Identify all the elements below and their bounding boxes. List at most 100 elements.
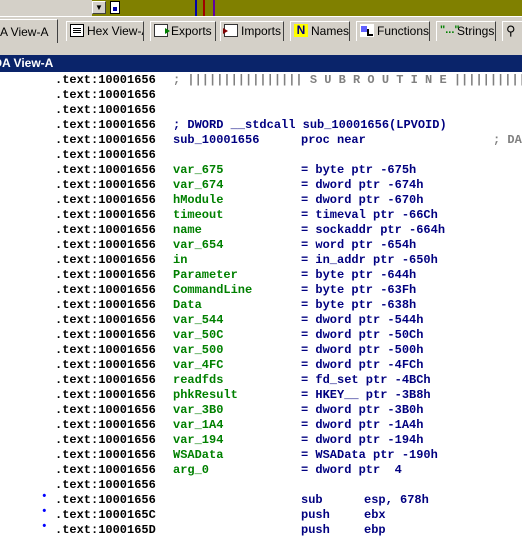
listing-line[interactable]: .text:10001656: [0, 103, 522, 118]
breakpoint-dot-icon: •: [41, 491, 48, 503]
stack-var-definition: = HKEY__ ptr -3B8h: [301, 388, 431, 402]
instruction-operands: ebx: [364, 508, 386, 522]
line-address: .text:10001656: [55, 478, 156, 492]
line-address: .text:10001656: [55, 178, 156, 192]
listing-line[interactable]: .text:10001656 WSAData = WSAData ptr -190h: [0, 448, 522, 463]
line-address: .text:10001656: [55, 103, 156, 117]
stack-var-name: arg_0: [173, 463, 210, 477]
nav-band-marker: [203, 0, 205, 16]
listing-line[interactable]: .text:10001656 var_544 = dword ptr -544h: [0, 313, 522, 328]
listing-line[interactable]: .text:10001656 var_194 = dword ptr -194h: [0, 433, 522, 448]
exports-icon: [154, 24, 170, 38]
tab-overflow[interactable]: ⚲: [502, 21, 522, 41]
listing-line[interactable]: .text:10001656 readfds = fd_set ptr -4BCh: [0, 373, 522, 388]
line-address: .text:10001656: [55, 118, 156, 132]
stack-var-name: var_675: [173, 163, 224, 177]
line-address: .text:10001656: [55, 373, 156, 387]
stack-var-name: name: [173, 223, 202, 237]
line-address: .text:10001656: [55, 343, 156, 357]
tab-exports[interactable]: Exports: [150, 21, 216, 41]
stack-var-definition: = word ptr -654h: [301, 238, 417, 252]
line-address: .text:10001656: [55, 253, 156, 267]
tab-names[interactable]: N Names: [290, 21, 350, 41]
tab-separator: [0, 44, 522, 55]
listing-line[interactable]: .text:10001656 var_1A4 = dword ptr -1A4h: [0, 418, 522, 433]
tab-label: Functions: [377, 24, 430, 38]
listing-line[interactable]: • .text:10001656 sub esp, 678h: [0, 491, 522, 508]
listing-line[interactable]: .text:10001656: [0, 148, 522, 163]
listing-line[interactable]: .text:10001656 Data = byte ptr -638h: [0, 298, 522, 313]
listing-line[interactable]: .text:10001656 timeout = timeval ptr -66Ch: [0, 208, 522, 223]
proc-tail-comment: ; DA: [493, 133, 522, 147]
line-address: .text:10001656: [55, 238, 156, 252]
listing-line[interactable]: .text:10001656 sub_10001656 proc near ; DA: [0, 133, 522, 148]
stack-var-name: WSAData: [173, 448, 224, 462]
listing-line[interactable]: .text:10001656 ; |||||||||||||||| S U B R…: [0, 73, 522, 88]
functions-icon: [360, 24, 374, 38]
tab-hex-view-a[interactable]: Hex View-A: [66, 21, 144, 41]
stack-var-definition: = WSAData ptr -190h: [301, 448, 438, 462]
listing-line[interactable]: .text:10001656 ; DWORD __stdcall sub_1000…: [0, 118, 522, 133]
strings-icon: "...": [440, 24, 460, 37]
listing-line[interactable]: .text:10001656 name = sockaddr ptr -664h: [0, 223, 522, 238]
listing-line[interactable]: • .text:1000165D push ebp: [0, 521, 522, 538]
line-address: .text:10001656: [55, 328, 156, 342]
listing-line[interactable]: .text:10001656 var_3B0 = dword ptr -3B0h: [0, 403, 522, 418]
stack-var-definition: = dword ptr -3B0h: [301, 403, 424, 417]
tab-label: Names: [311, 24, 350, 38]
stack-var-definition: = dword ptr 4: [301, 463, 402, 477]
stack-var-definition: = in_addr ptr -650h: [301, 253, 438, 267]
tab-functions[interactable]: Functions: [356, 21, 430, 41]
toolbar-combo[interactable]: [0, 0, 92, 16]
stack-var-name: hModule: [173, 193, 224, 207]
stack-var-name: var_194: [173, 433, 224, 447]
line-address: .text:10001656: [55, 493, 156, 507]
tab-imports[interactable]: Imports: [220, 21, 284, 41]
dropdown-arrow-icon[interactable]: ▼: [92, 1, 106, 14]
stack-var-name: var_4FC: [173, 358, 224, 372]
listing-line[interactable]: .text:10001656 Parameter = byte ptr -644h: [0, 268, 522, 283]
stack-var-definition: = dword ptr -544h: [301, 313, 424, 327]
line-address: .text:10001656: [55, 448, 156, 462]
listing-line[interactable]: .text:10001656: [0, 478, 522, 493]
stack-var-definition: = dword ptr -670h: [301, 193, 424, 207]
listing-line[interactable]: .text:10001656 var_674 = dword ptr -674h: [0, 178, 522, 193]
listing-line[interactable]: .text:10001656 arg_0 = dword ptr 4: [0, 463, 522, 478]
listing-line[interactable]: .text:10001656 var_50C = dword ptr -50Ch: [0, 328, 522, 343]
listing-line[interactable]: .text:10001656 CommandLine = byte ptr -63F…: [0, 283, 522, 298]
line-address: .text:10001656: [55, 163, 156, 177]
listing-line[interactable]: • .text:1000165C push ebx: [0, 506, 522, 523]
navigator-icon: [110, 1, 120, 14]
listing-line[interactable]: .text:10001656 var_675 = byte ptr -675h: [0, 163, 522, 178]
tab-strings[interactable]: "..."Strings: [436, 21, 496, 41]
imports-icon: [223, 24, 238, 38]
stack-var-name: phkResult: [173, 388, 238, 402]
listing-line[interactable]: .text:10001656 var_654 = word ptr -654h: [0, 238, 522, 253]
listing-line[interactable]: .text:10001656 phkResult = HKEY__ ptr -3B8…: [0, 388, 522, 403]
line-address: .text:10001656: [55, 313, 156, 327]
line-address: .text:10001656: [55, 223, 156, 237]
tab-ida-view-a[interactable]: IDA View-A: [0, 19, 58, 43]
breakpoint-dot-icon: •: [41, 521, 48, 533]
disassembly-listing[interactable]: .text:10001656 ; |||||||||||||||| S U B R…: [0, 72, 522, 542]
stack-var-definition: = dword ptr -194h: [301, 433, 424, 447]
breakpoint-dot-icon: •: [41, 506, 48, 518]
listing-line[interactable]: .text:10001656 var_4FC = dword ptr -4FCh: [0, 358, 522, 373]
stack-var-name: Data: [173, 298, 202, 312]
instruction-mnemonic: push: [301, 508, 330, 522]
stack-var-name: readfds: [173, 373, 224, 387]
instruction-mnemonic: sub: [301, 493, 323, 507]
listing-line[interactable]: .text:10001656: [0, 88, 522, 103]
window-title: IDA View-A: [0, 56, 54, 70]
stack-var-name: Parameter: [173, 268, 238, 282]
listing-line[interactable]: .text:10001656 hModule = dword ptr -670h: [0, 193, 522, 208]
listing-line[interactable]: .text:10001656 in = in_addr ptr -650h: [0, 253, 522, 268]
line-address: .text:10001656: [55, 208, 156, 222]
window-title-bar[interactable]: IDA View-A: [0, 55, 522, 72]
listing-line[interactable]: .text:10001656 var_500 = dword ptr -500h: [0, 343, 522, 358]
stack-var-name: in: [173, 253, 188, 267]
stack-var-definition: = dword ptr -50Ch: [301, 328, 424, 342]
line-address: .text:10001656: [55, 268, 156, 282]
tab-bar: IDA View-A Hex View-A Exports Imports NN…: [0, 16, 522, 44]
tab-label: Strings: [457, 24, 495, 38]
